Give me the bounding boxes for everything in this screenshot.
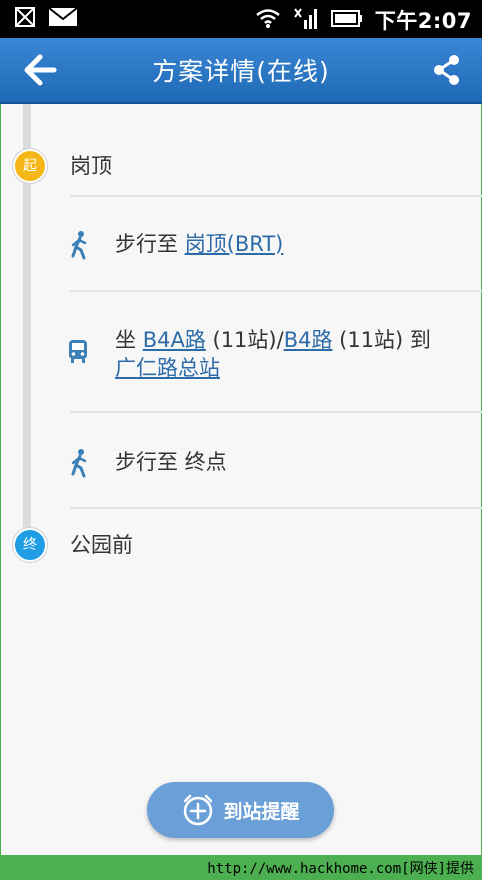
- alarm-clock-plus-icon: [184, 794, 213, 826]
- bus-line-link-b4a[interactable]: B4A路: [143, 328, 206, 352]
- walk-icon: [66, 230, 94, 260]
- divider: [70, 195, 482, 197]
- start-stop-name: 岗顶: [70, 154, 112, 178]
- battery-icon: [330, 7, 363, 33]
- wifi-icon: [255, 7, 281, 33]
- arrival-reminder-button[interactable]: 到站提醒: [147, 782, 334, 838]
- bus-step: 坐 B4A路 (11站)/B4路 (11站) 到广仁路总站: [115, 326, 465, 382]
- bus-line-link-b4[interactable]: B4路: [284, 328, 333, 352]
- stop-count: (11站) 到: [332, 328, 431, 352]
- share-button[interactable]: [430, 52, 464, 88]
- step-prefix: 坐: [115, 328, 143, 352]
- watermark-text: http://www.hackhome.com[网侠]提供: [207, 861, 474, 877]
- page-title: 方案详情(在线): [152, 57, 330, 86]
- status-time: 下午2:07: [374, 9, 472, 33]
- status-bar: 下午2:07: [0, 0, 482, 38]
- station-link-guangren-road[interactable]: 广仁路总站: [115, 356, 220, 380]
- bus-icon: [66, 338, 94, 368]
- divider: [70, 290, 482, 292]
- sim-icon: [14, 6, 36, 32]
- stop-count: (11站)/: [205, 328, 284, 352]
- end-stop-name: 公园前: [70, 533, 133, 557]
- divider: [70, 411, 482, 413]
- divider: [70, 507, 482, 509]
- end-badge: 终: [13, 528, 47, 562]
- walk-step-to-station: 步行至 岗顶(BRT): [115, 230, 283, 258]
- step-prefix: 步行至: [115, 232, 185, 256]
- start-badge: 起: [13, 149, 47, 183]
- walk-icon: [66, 448, 94, 478]
- signal-icon: [293, 6, 319, 34]
- frame-edge-left: [0, 0, 1, 880]
- share-icon: [434, 55, 459, 85]
- mail-icon: [48, 6, 78, 32]
- watermark-bar: http://www.hackhome.com[网侠]提供: [0, 855, 482, 880]
- reminder-label: 到站提醒: [223, 800, 300, 823]
- walk-step-to-destination: 步行至 终点: [115, 450, 227, 474]
- title-bar: 方案详情(在线): [0, 38, 482, 104]
- station-link-gangding-brt[interactable]: 岗顶(BRT): [185, 232, 284, 256]
